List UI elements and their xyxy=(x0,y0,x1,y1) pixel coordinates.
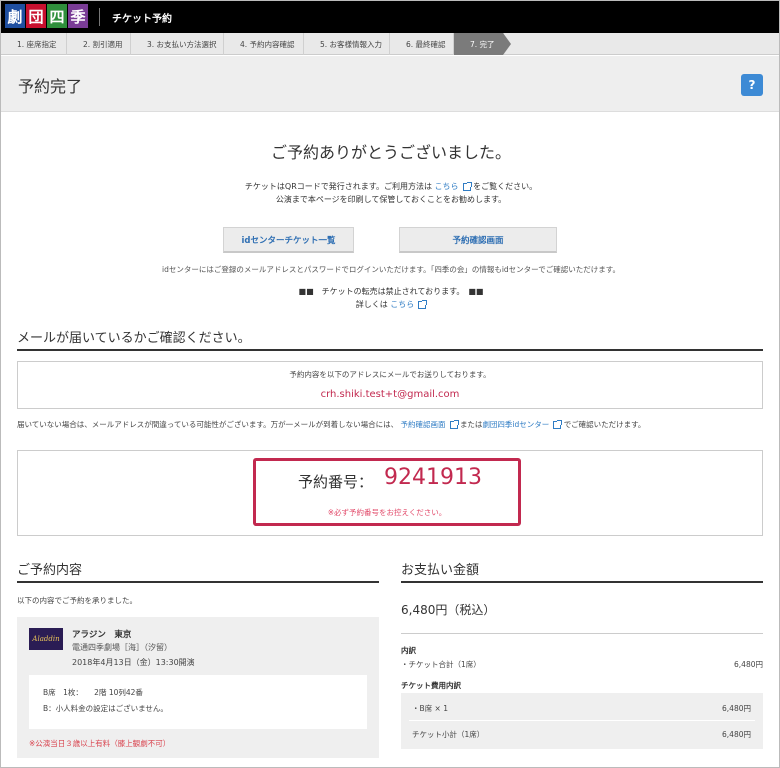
logo-char-3: 四 xyxy=(47,4,67,28)
mail-box: 予約内容を以下のアドレスにメールでお送りしております。 crh.shiki.te… xyxy=(17,361,763,409)
mail-section-heading: メールが届いているかご確認ください。 xyxy=(17,331,251,346)
resale-note: ■■ チケットの転売は禁止されております。 ■■ 詳しくは こちら xyxy=(1,285,779,311)
step-discount: 2. 割引適用 xyxy=(67,33,131,55)
performance-datetime: 2018年4月13日（金）13:30開演 xyxy=(72,658,195,667)
payment-divider xyxy=(401,633,763,634)
app-name: チケット予約 xyxy=(112,13,172,25)
mail-warning-or: または xyxy=(459,420,483,429)
mail-warning-text: 届いていない場合は、メールアドレスが間違っている可能性がございます。万が一メール… xyxy=(17,420,399,429)
resale-details-link[interactable]: こちら xyxy=(390,300,414,309)
seat-price-note: B：小人料金の設定はございません。 xyxy=(43,704,168,713)
ticket-total-label: ・チケット合計（1席） xyxy=(401,660,481,669)
mail-warning-end: でご確認いただけます。 xyxy=(563,420,646,429)
seat-box xyxy=(29,675,367,729)
fee-box xyxy=(401,693,763,749)
mail-warning: 届いていない場合は、メールアドレスが間違っている可能性がございます。万が一メール… xyxy=(17,419,645,430)
external-link-icon xyxy=(553,420,563,429)
title-band: 予約完了 xyxy=(1,56,779,112)
external-link-icon xyxy=(418,299,428,309)
logo-char-4: 季 xyxy=(68,4,88,28)
reservation-note: 以下の内容でご予約を承りました。 xyxy=(17,596,137,605)
seat-info: B席 1枚： 2階 10列42番 xyxy=(43,688,143,697)
ticket-note: チケットはQRコードで発行されます。ご利用方法は こちら をご覧ください。 公演… xyxy=(1,180,779,206)
venue: 電通四季劇場［海］（汐留） xyxy=(72,643,172,652)
fee-b-seat-value: 6,480円 xyxy=(722,704,751,713)
reservation-number-label: 予約番号： xyxy=(298,473,374,491)
mail-section-rule xyxy=(17,349,763,351)
ticket-subtotal-value: 6,480円 xyxy=(722,730,751,739)
ticket-note-text-end: をご覧ください。 xyxy=(473,182,538,191)
show-title: アラジン 東京 xyxy=(72,630,132,640)
step-final-confirm: 6. 最終確認 xyxy=(390,33,454,55)
step-customer-info: 5. お客様情報入力 xyxy=(304,33,390,55)
reservation-heading: ご予約内容 xyxy=(17,563,83,578)
step-complete: 7. 完了 xyxy=(454,33,511,55)
ticket-subtotal-label: チケット小計（1席） xyxy=(412,730,485,739)
fee-breakdown-heading: チケット費用内訳 xyxy=(401,681,461,690)
email-address: crh.shiki.test+t@gmail.com xyxy=(320,389,460,400)
page-frame: 劇 団 四 季 チケット予約 1. 座席指定 2. 割引適用 3. お支払い方法… xyxy=(0,0,780,768)
ticket-note-text: チケットはQRコードで発行されます。ご利用方法は xyxy=(244,182,432,191)
print-note: 公演まで本ページを印刷して保管しておくことをお勧めします。 xyxy=(275,195,507,204)
step-payment-method: 3. お支払い方法選択 xyxy=(131,33,224,55)
resale-warning: ■■ チケットの転売は禁止されております。 ■■ xyxy=(298,287,484,296)
external-link-icon xyxy=(462,181,472,191)
thanks-message: ご予約ありがとうございました。 xyxy=(270,143,511,162)
page-title: 予約完了 xyxy=(18,77,83,96)
details-text: 詳しくは xyxy=(355,300,388,309)
logo-char-1: 劇 xyxy=(5,4,25,28)
help-button[interactable]: ? xyxy=(741,74,763,96)
external-link-icon xyxy=(449,420,459,429)
header-divider xyxy=(99,8,100,26)
usage-link[interactable]: こちら xyxy=(435,182,459,191)
reservation-number-value: 9241913 xyxy=(384,465,482,490)
payment-total: 6,480円（税込） xyxy=(401,603,496,617)
payment-heading: お支払い金額 xyxy=(401,563,480,578)
reservation-check-button[interactable]: 予約確認画面 xyxy=(399,227,557,253)
fee-separator xyxy=(409,720,755,721)
breakdown-heading: 内訳 xyxy=(401,646,416,655)
step-seat-selection: 1. 座席指定 xyxy=(1,33,67,55)
logo-char-2: 団 xyxy=(26,4,46,28)
step-confirm-reservation: 4. 予約内容確認 xyxy=(224,33,304,55)
shiki-logo[interactable]: 劇 団 四 季 xyxy=(5,4,89,30)
age-warning: ※公演当日３歳以上有料（膝上観劇不可） xyxy=(29,739,171,748)
reservation-check-link[interactable]: 予約確認画面 xyxy=(401,420,446,429)
id-center-note: idセンターにはご登録のメールアドレスとパスワードでログインいただけます。「四季… xyxy=(162,265,620,274)
reservation-number-note: ※必ず予約番号をお控えください。 xyxy=(327,508,447,517)
ticket-total-value: 6,480円 xyxy=(734,660,763,669)
reservation-rule xyxy=(17,581,379,583)
id-center-link[interactable]: 劇団四季idセンター xyxy=(482,420,549,429)
id-center-tickets-button[interactable]: idセンターチケット一覧 xyxy=(223,227,354,253)
payment-rule xyxy=(401,581,763,583)
top-bar: 劇 団 四 季 チケット予約 xyxy=(1,1,779,33)
show-poster: Aladdin xyxy=(29,628,63,650)
fee-b-seat-label: ・B席 × 1 xyxy=(412,704,448,713)
mail-note: 予約内容を以下のアドレスにメールでお送りしております。 xyxy=(289,370,491,379)
progress-steps: 1. 座席指定 2. 割引適用 3. お支払い方法選択 4. 予約内容確認 5.… xyxy=(1,33,779,55)
